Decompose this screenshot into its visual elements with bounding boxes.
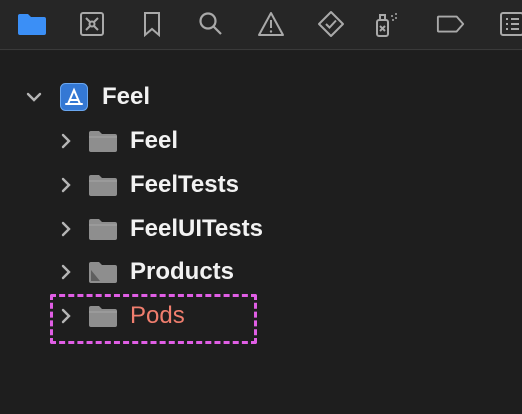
navigator-toolbar: [0, 0, 522, 50]
folder-icon: [88, 217, 118, 241]
breakpoint-icon[interactable]: [436, 9, 466, 39]
debug-spray-icon[interactable]: [371, 9, 401, 39]
tree-item-label: Feel: [130, 127, 179, 154]
tree-item-feeltests[interactable]: FeelTests: [58, 165, 239, 205]
report-icon[interactable]: [496, 9, 522, 39]
tree-item-label: FeelTests: [130, 171, 239, 198]
tree-item-label: FeelUITests: [130, 215, 263, 242]
folder-icon: [88, 129, 118, 153]
chevron-down-icon[interactable]: [26, 89, 42, 105]
chevron-right-icon[interactable]: [58, 264, 74, 280]
source-control-icon[interactable]: [77, 9, 107, 39]
tree-item-label: Products: [130, 258, 235, 285]
project-navigator: Feel Feel FeelTests FeelUITests Products…: [0, 51, 522, 414]
tree-item-feel[interactable]: Feel: [58, 121, 178, 161]
pods-highlight-box: [50, 294, 257, 344]
tree-root-label: Feel: [102, 83, 151, 110]
folder-icon: [88, 173, 118, 197]
search-icon[interactable]: [196, 9, 226, 39]
tree-item-products[interactable]: Products: [58, 252, 234, 292]
products-folder-icon: [88, 260, 118, 284]
warning-icon[interactable]: [256, 9, 286, 39]
tree-root-row[interactable]: Feel: [26, 77, 150, 117]
chevron-right-icon[interactable]: [58, 177, 74, 193]
test-diamond-icon[interactable]: [316, 9, 346, 39]
chevron-right-icon[interactable]: [58, 133, 74, 149]
tree-item-feeluitests[interactable]: FeelUITests: [58, 209, 263, 249]
folder-icon[interactable]: [17, 9, 47, 39]
chevron-right-icon[interactable]: [58, 221, 74, 237]
bookmark-icon[interactable]: [137, 9, 167, 39]
app-project-icon: [60, 83, 88, 111]
